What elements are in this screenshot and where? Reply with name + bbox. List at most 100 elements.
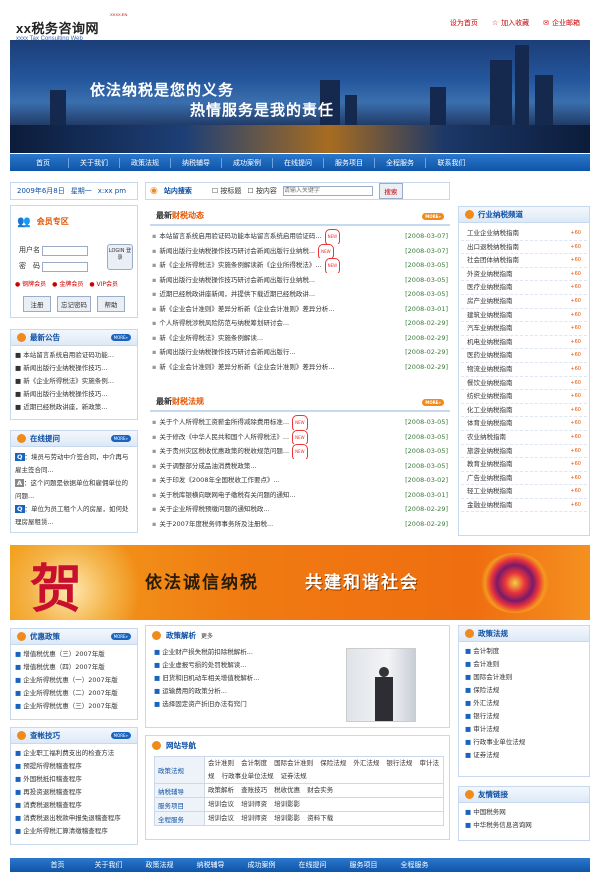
list-item[interactable]: ■ 中国税务网 — [465, 806, 583, 819]
news-item[interactable]: ▪ 新闻出版行业纳税操作技巧研讨会新闻出版行... [2008-02-29] — [152, 345, 448, 360]
sitenav-link[interactable]: 行政事业单位法规 — [222, 772, 274, 780]
more-link[interactable]: +60 — [570, 336, 581, 349]
qa-item[interactable]: Q ：境员与劳动中介签合同，中介再与雇主签合同... — [15, 451, 133, 477]
more-link[interactable]: +60 — [570, 254, 581, 267]
more-link[interactable]: +60 — [570, 431, 581, 444]
sitenav-link[interactable]: 税收优惠 — [274, 786, 300, 794]
more-link[interactable]: +60 — [570, 281, 581, 294]
nav-cases[interactable]: 成功案例 — [222, 157, 273, 168]
qa-item[interactable]: A ：这个问题是依据单位和雇佣单位的问题... — [15, 477, 133, 503]
more-link[interactable]: +60 — [570, 295, 581, 308]
list-item[interactable]: ■ 消费税退税稽查程序 — [15, 799, 133, 812]
list-item[interactable]: 外资业纳税指南 +60 — [461, 268, 587, 282]
nav-ask[interactable]: 在线提问 — [273, 157, 324, 168]
set-homepage-link[interactable]: 设为首页 — [450, 18, 478, 28]
sitenav-link[interactable]: 财会实务 — [307, 786, 333, 794]
news-item[interactable]: ▪ 新闻出版行业纳税操作技巧研讨会新闻出版行业纳税... NEW [2008-03-0… — [152, 243, 448, 258]
more-link[interactable]: +60 — [570, 377, 581, 390]
news-item[interactable]: ▪ 关于修改《中华人民共和国个人所得税法》... NEW [2008-03-05] — [152, 429, 448, 444]
email-link[interactable]: ✉ 企业邮箱 — [543, 18, 580, 28]
news-item[interactable]: ▪ 关于个人所得税工资薪金所得减除费用标准... NEW [2008-03-05] — [152, 415, 448, 430]
list-item[interactable]: ■ 银行法规 — [465, 710, 583, 723]
footer-link[interactable]: 关于我们 — [83, 860, 134, 870]
more-link[interactable]: +60 — [570, 349, 581, 362]
footer-link[interactable]: 政策法规 — [134, 860, 185, 870]
news-more-button[interactable]: MORE» — [422, 213, 444, 220]
sitenav-link[interactable]: 国际会计准则 — [274, 759, 313, 767]
more-link[interactable]: +60 — [570, 445, 581, 458]
list-item[interactable]: ■ 企业虚报亏损的处罚税解读... — [154, 659, 339, 672]
footer-link[interactable]: 服务项目 — [338, 860, 389, 870]
nav-tax-guide[interactable]: 纳税辅导 — [171, 157, 222, 168]
more-link[interactable]: +60 — [570, 309, 581, 322]
news-item[interactable]: ▪ 新《企业会计准则》差异分析新《企业会计准则》差异分析... [2008-03-0… — [152, 302, 448, 317]
list-item[interactable]: 教育业纳税指南 +60 — [461, 458, 587, 472]
list-item[interactable]: ■ 增值税优惠（三）2007年版 — [15, 648, 133, 661]
username-input[interactable] — [42, 246, 89, 256]
list-item[interactable]: 广告业纳税指南 +60 — [461, 472, 587, 486]
nav-services[interactable]: 服务项目 — [324, 157, 375, 168]
more-link[interactable]: +60 — [570, 417, 581, 430]
news-item[interactable]: ▪ 新《企业所得税法》实施条例解读... [2008-02-29] — [152, 331, 448, 346]
news-item[interactable]: ▪ 新《企业所得税法》实施条例解读新《企业所得税法》... NEW [2008-03-… — [152, 258, 448, 273]
password-input[interactable] — [42, 262, 89, 272]
list-item[interactable]: ■ 再投资退税稽查程序 — [15, 786, 133, 799]
qa-more-button[interactable]: MORE» — [110, 435, 131, 442]
list-item[interactable]: ■ 本站留言系统启用验证码功能... — [15, 349, 133, 362]
list-item[interactable]: 汽车业纳税指南 +60 — [461, 322, 587, 336]
pref-more-button[interactable]: MORE» — [110, 633, 131, 640]
more-link[interactable]: +60 — [570, 499, 581, 512]
sitenav-heading[interactable]: 服务项目 — [154, 797, 205, 812]
nav-contact[interactable]: 联系我们 — [426, 158, 477, 168]
sitenav-link[interactable]: 培训会议 — [208, 800, 234, 808]
forgot-password-button[interactable]: 忘记密码 — [57, 296, 91, 312]
sitenav-link[interactable]: 证券法规 — [281, 772, 307, 780]
list-item[interactable]: ■ 企业所得税汇算清缴稽查程序 — [15, 825, 133, 838]
list-item[interactable]: ■ 新闻出版行业纳税操作技巧... — [15, 388, 133, 401]
list-item[interactable]: 轻工业纳税指南 +60 — [461, 485, 587, 499]
sitenav-heading[interactable]: 政策法规 — [154, 756, 205, 784]
list-item[interactable]: ■ 证券法规 — [465, 749, 583, 762]
help-button[interactable]: 帮助 — [97, 296, 125, 312]
register-button[interactable]: 注册 — [23, 296, 51, 312]
list-item[interactable]: ■ 运输费用的政策分析... — [154, 685, 339, 698]
sitenav-link[interactable]: 保险法规 — [320, 759, 346, 767]
search-input[interactable] — [282, 186, 373, 196]
list-item[interactable]: 纺织业纳税指南 +60 — [461, 390, 587, 404]
list-item[interactable]: 建筑业纳税指南 +60 — [461, 309, 587, 323]
list-item[interactable]: 餐饮业纳税指南 +60 — [461, 377, 587, 391]
news-item[interactable]: ▪ 关于企业所得税预缴问题的通知税政... [2008-02-29] — [152, 502, 448, 517]
list-item[interactable]: 医药业纳税指南 +60 — [461, 349, 587, 363]
list-item[interactable]: ■ 国际会计准则 — [465, 671, 583, 684]
footer-link[interactable]: 纳税辅导 — [185, 860, 236, 870]
news-item[interactable]: ▪ 关于税库银横向联网电子缴税有关问题的通知... [2008-03-01] — [152, 488, 448, 503]
news-item[interactable]: ▪ 本站留言系统启用验证码功能本站留言系统启用验证码... NEW [2008-03-… — [152, 229, 448, 244]
list-item[interactable]: ■ 外汇法规 — [465, 697, 583, 710]
list-item[interactable]: ■ 会计准则 — [465, 658, 583, 671]
sitenav-link[interactable]: 培训会议 — [208, 814, 234, 822]
sitenav-link[interactable]: 会计准则 — [208, 759, 234, 767]
search-by-content[interactable]: ☐ 按内容 — [247, 186, 277, 196]
list-item[interactable]: ■ 消费税退出税款申报免退稽查程序 — [15, 812, 133, 825]
tips-more-button[interactable]: MORE» — [110, 732, 131, 739]
sitenav-link[interactable]: 会计制度 — [241, 759, 267, 767]
list-item[interactable]: ■ 企业所得税优惠（三）2007年版 — [15, 700, 133, 713]
footer-link[interactable]: 全程服务 — [389, 860, 440, 870]
list-item[interactable]: 金融业纳税指南 +60 — [461, 499, 587, 513]
news-item[interactable]: ▪ 个人所得税涉税风险防范与纳税筹划研讨会... [2008-02-29] — [152, 316, 448, 331]
list-item[interactable]: ■ 增值税优惠（四）2007年版 — [15, 661, 133, 674]
footer-link[interactable]: 成功案例 — [236, 860, 287, 870]
more-link[interactable]: +60 — [570, 322, 581, 335]
list-item[interactable]: ■ 会计制度 — [465, 645, 583, 658]
list-item[interactable]: 体育业纳税指南 +60 — [461, 417, 587, 431]
nav-home[interactable]: 首页 — [18, 157, 69, 168]
sitenav-link[interactable]: 查账技巧 — [241, 786, 267, 794]
news-item[interactable]: ▪ 关于贵州灾区税收优惠政策的税收规范问题... NEW [2008-03-05] — [152, 444, 448, 459]
list-item[interactable]: 工业企业纳税指南 +60 — [461, 227, 587, 241]
search-by-title[interactable]: ☐ 按标题 — [212, 186, 242, 196]
sitenav-link[interactable]: 银行法规 — [386, 759, 412, 767]
more-link[interactable]: +60 — [570, 404, 581, 417]
footer-link[interactable]: 在线提问 — [287, 860, 338, 870]
login-button[interactable]: LOGIN 登录 — [107, 244, 133, 270]
list-item[interactable]: ■ 企业职工福利费支出的检查方法 — [15, 747, 133, 760]
